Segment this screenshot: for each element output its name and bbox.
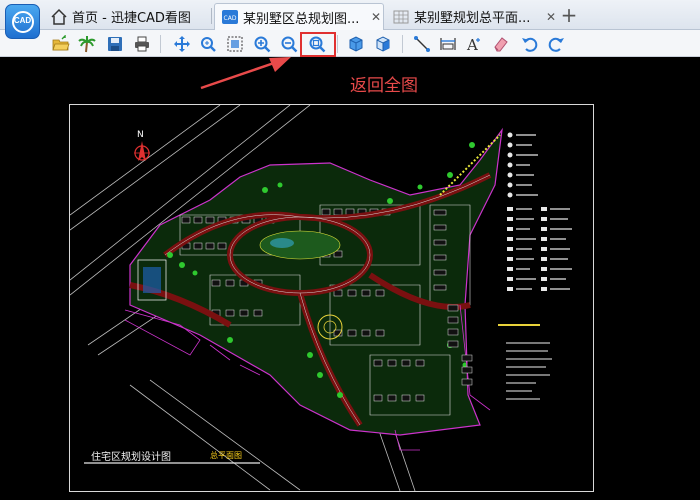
svg-text:CAD: CAD	[224, 15, 237, 22]
text-tool-icon: A	[466, 36, 480, 53]
3d-cube-button[interactable]	[372, 33, 394, 55]
tab-site-plan[interactable]: CAD 某别墅区总规划图... ✕	[214, 3, 384, 30]
palm-tree-icon	[78, 36, 96, 53]
open-folder-icon	[52, 35, 70, 51]
pan-move-icon	[174, 36, 190, 52]
tab-site-plan-close-icon[interactable]: ✕	[369, 10, 383, 24]
annotation-arrow-icon	[200, 57, 291, 90]
eraser-button[interactable]	[490, 33, 512, 55]
print-button[interactable]	[131, 33, 153, 55]
annotation-label: 返回全图	[350, 76, 418, 96]
toolbar: A	[0, 30, 700, 57]
measure-line-icon	[414, 36, 430, 52]
tab-home[interactable]: 首页 - 迅捷CAD看图	[50, 3, 210, 30]
open-folder-button[interactable]	[50, 33, 72, 55]
tab-villa-plan-close-icon[interactable]: ✕	[544, 10, 558, 24]
save-button[interactable]	[104, 33, 126, 55]
3d-cube-icon	[376, 36, 390, 52]
app-logo-icon: CAD	[5, 4, 40, 39]
pan-button[interactable]	[171, 33, 193, 55]
tab-villa-plan[interactable]: 某别墅规划总平面... ✕	[388, 3, 558, 30]
grid-file-icon	[393, 10, 409, 23]
cad-file-icon: CAD	[222, 10, 238, 24]
tab-divider	[211, 8, 212, 24]
toolbar-divider	[402, 35, 403, 53]
tab-site-plan-label: 某别墅区总规划图...	[243, 11, 360, 27]
site-plan-drawing	[70, 105, 572, 491]
tab-home-label: 首页 - 迅捷CAD看图	[72, 11, 191, 26]
tab-bar: 首页 - 迅捷CAD看图 CAD 某别墅区总规划图... ✕ 某别墅规划总平面.…	[0, 0, 700, 30]
measure-line-button[interactable]	[411, 33, 433, 55]
palm-tree-button[interactable]	[76, 33, 98, 55]
svg-text:A: A	[466, 36, 478, 53]
cad-viewer-window: 首页 - 迅捷CAD看图 CAD 某别墅区总规划图... ✕ 某别墅规划总平面.…	[0, 0, 700, 500]
measure-dimension-icon	[440, 38, 456, 50]
toolbar-divider	[337, 35, 338, 53]
redo-button[interactable]	[546, 33, 568, 55]
app-logo-text: CAD	[13, 16, 32, 25]
text-button[interactable]: A	[463, 33, 485, 55]
new-tab-plus-icon[interactable]: +	[560, 4, 578, 26]
measure-dimension-button[interactable]	[437, 33, 459, 55]
redo-icon	[548, 37, 564, 52]
drawing-subtitle: 总平面图	[210, 451, 242, 460]
toolbar-divider	[160, 35, 161, 53]
save-icon	[108, 37, 122, 51]
undo-button[interactable]	[518, 33, 540, 55]
tab-villa-plan-label: 某别墅规划总平面...	[414, 11, 531, 26]
zoom-extents-highlight-box	[300, 32, 336, 57]
3d-box-icon	[349, 36, 363, 52]
drawing-title: 住宅区规划设计图	[91, 452, 171, 463]
eraser-icon	[494, 37, 508, 52]
cad-drawing-sheet[interactable]: N 住宅区规划设计图 总平面图	[69, 104, 594, 492]
undo-icon	[522, 37, 538, 52]
north-label: N	[137, 130, 144, 140]
home-icon	[51, 8, 67, 25]
3d-box-button[interactable]	[345, 33, 367, 55]
print-icon	[135, 36, 149, 52]
